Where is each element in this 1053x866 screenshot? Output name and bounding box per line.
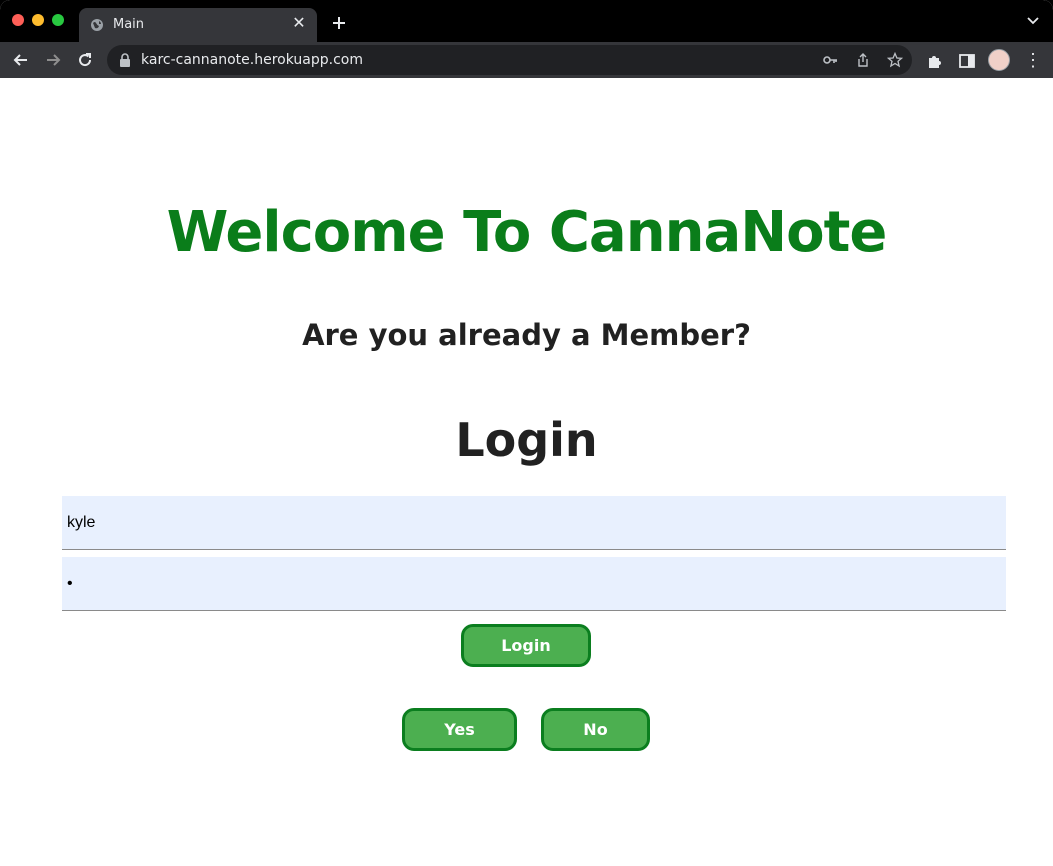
username-input[interactable] [62,496,1006,550]
yes-button[interactable]: Yes [402,708,517,751]
browser-toolbar: karc-cannanote.herokuapp.com [0,42,1053,78]
page-content: Welcome To CannaNote Are you already a M… [0,78,1053,866]
login-heading: Login [455,413,598,467]
member-question: Are you already a Member? [302,318,751,352]
share-icon[interactable] [855,52,871,68]
no-button[interactable]: No [541,708,650,751]
star-icon[interactable] [887,52,903,68]
reload-icon[interactable] [75,50,95,70]
side-panel-icon[interactable] [958,52,976,70]
plus-icon[interactable] [330,14,348,32]
avatar[interactable] [988,49,1010,71]
close-window-button[interactable] [12,14,24,26]
tab-main[interactable]: Main ✕ [79,8,317,42]
login-button[interactable]: Login [461,624,591,667]
globe-icon [91,19,103,31]
tab-title: Main [113,17,145,32]
url-text[interactable]: karc-cannanote.herokuapp.com [141,52,363,68]
maximize-window-button[interactable] [52,14,64,26]
forward-arrow-icon[interactable] [43,50,63,70]
page-title: Welcome To CannaNote [166,200,888,265]
close-icon[interactable]: ✕ [291,16,307,32]
password-input[interactable] [62,557,1006,611]
browser-window: Main ✕ karc-cannanote.herokuapp.com ⋮ We… [0,0,1053,866]
lock-icon[interactable] [119,53,131,67]
tab-strip: Main ✕ [0,0,1053,42]
puzzle-icon[interactable] [926,52,944,70]
key-icon[interactable] [822,52,838,68]
address-bar[interactable]: karc-cannanote.herokuapp.com [107,45,912,75]
back-arrow-icon[interactable] [11,50,31,70]
chevron-down-icon[interactable] [1027,17,1039,25]
minimize-window-button[interactable] [32,14,44,26]
kebab-icon[interactable]: ⋮ [1024,50,1042,70]
